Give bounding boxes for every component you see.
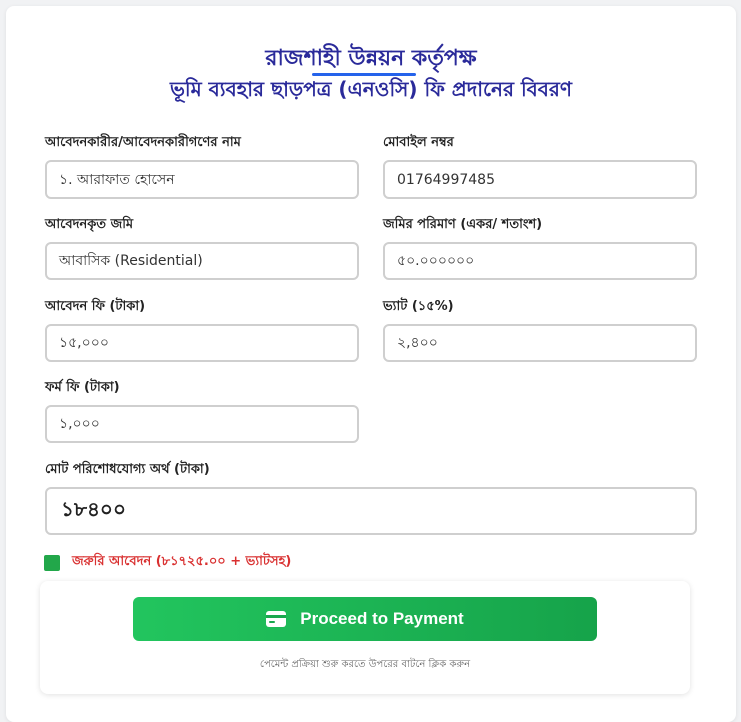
land-type-label: আবেদনকৃত জমি [45,217,134,232]
proceed-to-payment-button[interactable]: Proceed to Payment [133,597,597,641]
form-fee-label: ফর্ম ফি (টাকা) [45,380,120,395]
form-fee-field[interactable]: ১,০০০ [45,405,359,443]
mobile-field[interactable]: 01764997485 [383,160,697,199]
title-underline [312,73,416,76]
urgent-checkbox[interactable] [44,554,60,571]
applicant-name-field[interactable]: ১. আরাফাত হোসেন [45,160,359,199]
application-fee-field[interactable]: ১৫,০০০ [45,324,359,362]
page-title: রাজশাহী উন্নয়ন কর্তৃপক্ষ [265,46,477,71]
payment-hint: পেমেন্ট প্রক্রিয়া শুরু করতে উপরের বাটনে… [259,659,471,670]
page-subtitle: ভূমি ব্যবহার ছাড়পত্র (এনওসি) ফি প্রদানে… [169,77,573,101]
urgent-option[interactable]: জরুরি আবেদন (৮১৭২৫.০০ + ভ্যাটসহ) [44,552,291,573]
total-label: মোট পরিশোধযোগ্য অর্থ (টাকা) [45,462,210,477]
land-type-field[interactable]: আবাসিক (Residential) [45,242,359,280]
land-area-field[interactable]: ৫০.০০০০০০ [383,242,697,280]
payment-panel: Proceed to Payment পেমেন্ট প্রক্রিয়া শু… [40,581,690,694]
vat-label: ভ্যাট (১৫%) [383,299,454,314]
land-area-label: জমির পরিমাণ (একর/ শতাংশ) [383,217,543,232]
mobile-label: মোবাইল নম্বর [383,135,454,150]
total-amount-field[interactable]: ১৮৪০০ [45,487,697,535]
applicant-name-label: আবেদনকারীর/আবেদনকারীগণের নাম [45,135,241,150]
credit-card-icon [266,611,287,627]
proceed-to-payment-label: Proceed to Payment [300,609,464,628]
application-fee-label: আবেদন ফি (টাকা) [45,299,146,314]
vat-field[interactable]: ২,৪০০ [383,324,697,362]
urgent-label: জরুরি আবেদন (৮১৭২৫.০০ + ভ্যাটসহ) [72,554,292,569]
